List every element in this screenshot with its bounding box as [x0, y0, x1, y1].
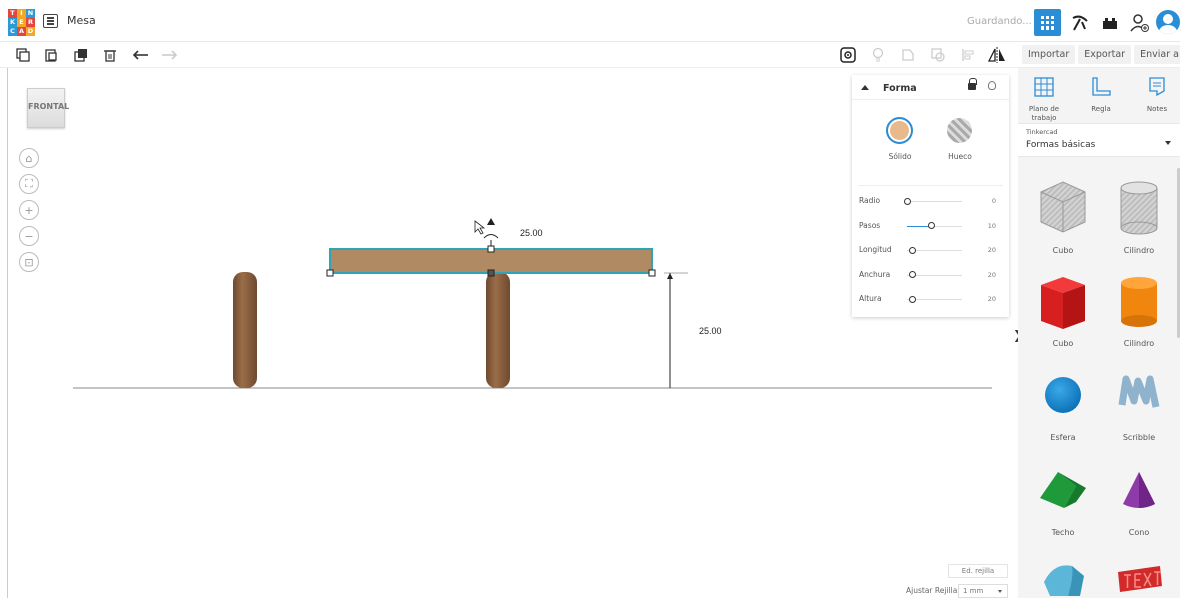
resize-handle[interactable]	[487, 269, 495, 277]
snap-grid-select[interactable]: 1 mm	[958, 584, 1008, 598]
cylinder-icon	[1121, 277, 1157, 327]
shape-roof[interactable]: Techo	[1028, 460, 1098, 544]
shape-label: Cubo	[1052, 339, 1074, 348]
grid-icon	[1040, 15, 1055, 30]
table-leg-left[interactable]	[233, 272, 257, 388]
table-leg-right[interactable]	[486, 272, 510, 388]
snap-grid-label: Ajustar Rejilla	[906, 586, 958, 595]
collapse-caret-icon[interactable]	[861, 85, 869, 90]
send-to-button[interactable]: Enviar a	[1134, 45, 1180, 64]
dropdown-caret-icon	[1165, 141, 1171, 145]
property-label: Pasos	[859, 220, 881, 230]
workplane-tab[interactable]: Plano de trabajo	[1019, 76, 1069, 123]
lock-icon[interactable]	[968, 78, 977, 90]
property-slider-knob[interactable]	[909, 271, 916, 278]
notes-icon	[1149, 77, 1165, 97]
hole-cylinder-icon	[1120, 181, 1158, 235]
add-user-icon	[1129, 13, 1149, 32]
shape-cylinder[interactable]: Cilindro	[1104, 271, 1174, 355]
box-icon	[1041, 277, 1085, 329]
roof-icon	[1040, 472, 1086, 508]
user-avatar[interactable]	[1156, 10, 1180, 34]
divider	[858, 185, 1003, 186]
shape-label: Cilindro	[1123, 246, 1155, 255]
edit-grid-button[interactable]: Ed. rejilla	[948, 564, 1008, 578]
inspector-title: Forma	[883, 83, 917, 94]
cone-icon	[1123, 472, 1155, 508]
workplane-icon	[1034, 77, 1054, 97]
shape-inspector: Forma Sólido Hueco Radio 0 Pasos 10 Longitud…	[852, 75, 1009, 317]
scribble-icon	[1118, 375, 1160, 408]
height-dimension-label[interactable]: 25.00	[699, 326, 722, 336]
property-value[interactable]: 20	[980, 246, 996, 254]
shape-text[interactable]	[1104, 556, 1174, 598]
shape-cone[interactable]: Cono	[1104, 460, 1174, 544]
bricks-button[interactable]	[1096, 9, 1123, 36]
library-provider: Tinkercad	[1026, 128, 1058, 136]
property-value[interactable]: 0	[980, 197, 996, 205]
solid-swatch[interactable]	[886, 117, 913, 144]
codeblocks-button[interactable]	[1066, 9, 1093, 36]
text-shape-icon	[1118, 566, 1162, 592]
3d-view-button[interactable]	[1034, 9, 1061, 36]
shape-library-select[interactable]: Tinkercad Formas básicas	[1018, 123, 1180, 157]
width-dimension-label[interactable]: 25.00	[520, 228, 543, 238]
shape-label: Cono	[1128, 528, 1150, 537]
property-slider-knob[interactable]	[909, 246, 916, 254]
shape-box[interactable]: Cubo	[1028, 271, 1098, 355]
notes-tab[interactable]: Notes	[1132, 76, 1180, 114]
pickaxe-icon	[1072, 15, 1088, 30]
shape-label: Techo	[1051, 528, 1075, 537]
hole-label: Hueco	[948, 152, 972, 161]
ruler-icon	[1092, 77, 1111, 96]
light-bulb-icon[interactable]	[988, 81, 996, 90]
file-actions: Importar Exportar Enviar a	[1018, 42, 1180, 68]
property-slider-knob[interactable]	[909, 295, 916, 303]
solid-label: Sólido	[888, 152, 912, 161]
shape-label: Cubo	[1052, 246, 1074, 255]
brick-icon	[1102, 17, 1117, 29]
shape-hole-box[interactable]: Cubo	[1028, 178, 1098, 262]
shape-scribble[interactable]: Scribble	[1104, 365, 1174, 449]
property-value[interactable]: 10	[980, 222, 996, 230]
shape-label: Esfera	[1050, 433, 1076, 442]
shape-round-roof[interactable]	[1028, 556, 1098, 598]
property-value[interactable]: 20	[980, 271, 996, 279]
resize-handle[interactable]	[648, 269, 656, 277]
shape-label: Cilindro	[1123, 339, 1155, 348]
ruler-tab-label: Regla	[1091, 105, 1111, 113]
rotate-icon[interactable]	[483, 234, 499, 239]
sphere-icon	[1045, 377, 1081, 413]
resize-handle[interactable]	[487, 245, 495, 253]
property-slider-knob[interactable]	[928, 222, 936, 229]
workplane-tab-label: Plano de trabajo	[1028, 105, 1060, 122]
add-user-button[interactable]	[1126, 9, 1153, 36]
property-slider-knob[interactable]	[903, 197, 911, 205]
import-button[interactable]: Importar	[1022, 45, 1076, 64]
hole-swatch[interactable]	[947, 118, 972, 143]
property-label: Longitud	[859, 245, 892, 254]
resize-handle[interactable]	[326, 269, 334, 277]
table-top[interactable]	[329, 248, 653, 274]
shapes-library-panel: Plano de trabajo Regla Notes Tinkercad F…	[1018, 68, 1180, 598]
shape-hole-cylinder[interactable]: Cilindro	[1104, 178, 1174, 262]
notes-tab-label: Notes	[1146, 105, 1168, 113]
property-label: Radio	[859, 196, 881, 205]
property-label: Anchura	[859, 269, 891, 279]
export-button[interactable]: Exportar	[1078, 45, 1132, 64]
property-value[interactable]: 20	[980, 295, 996, 303]
ruler-tab[interactable]: Regla	[1076, 76, 1126, 114]
shape-label: Scribble	[1122, 433, 1156, 442]
hole-box-icon	[1040, 181, 1086, 233]
lift-arrow-icon[interactable]	[487, 218, 495, 225]
dimension-arrow-icon	[667, 273, 673, 279]
property-slider-track[interactable]	[907, 201, 962, 202]
shape-sphere[interactable]: Esfera	[1028, 365, 1098, 449]
library-category: Formas básicas	[1026, 140, 1096, 150]
inspector-header[interactable]: Forma	[852, 75, 1009, 100]
tinkercad-editor: TINKERCAD Mesa Guardando... Importar Exp…	[0, 0, 1180, 598]
round-roof-icon	[1044, 565, 1084, 596]
property-label: Altura	[859, 294, 882, 303]
mouse-cursor-icon	[474, 220, 486, 235]
